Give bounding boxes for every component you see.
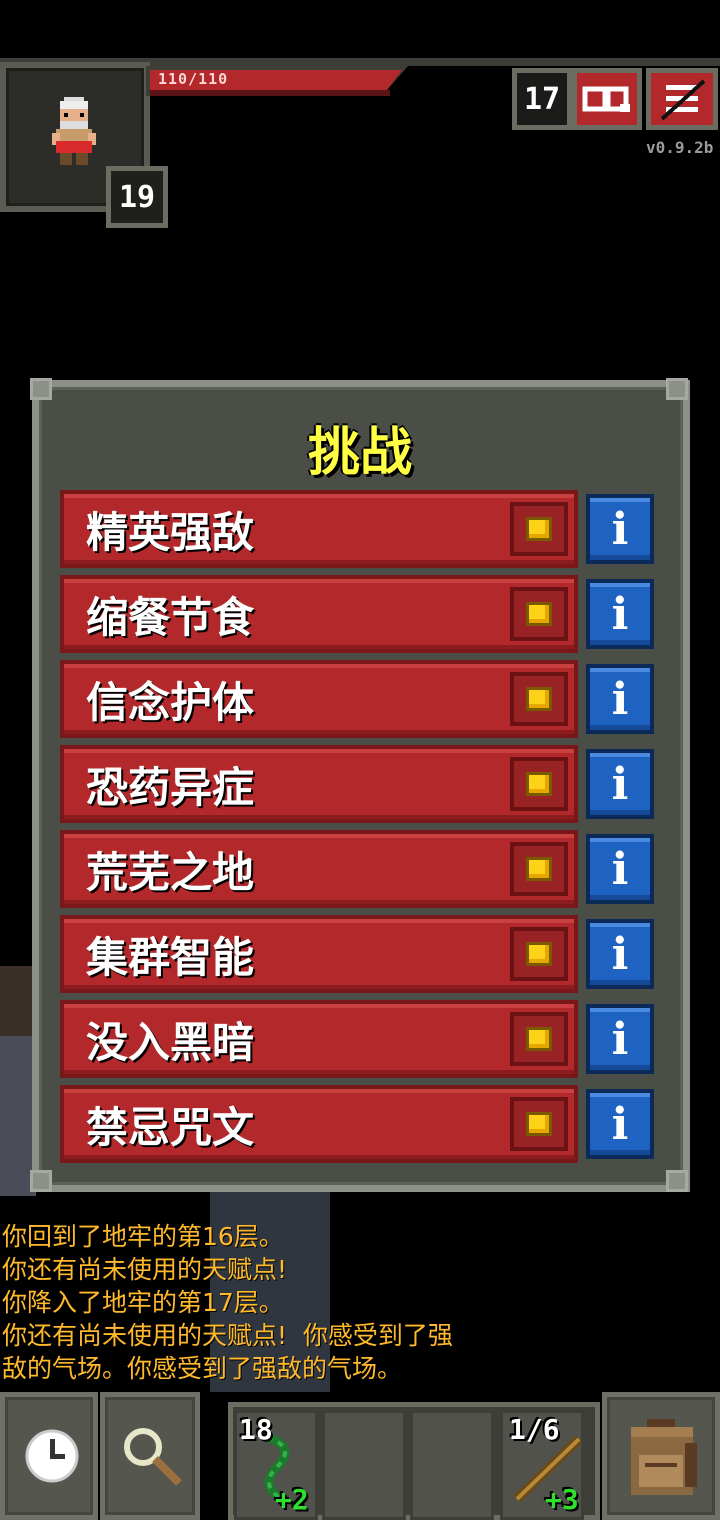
challenge-info-button[interactable]: i	[586, 664, 654, 734]
depth-indicator: 17	[512, 68, 572, 130]
challenge-checkbox[interactable]	[510, 757, 568, 811]
challenge-info-button[interactable]: i	[586, 1089, 654, 1159]
log-line: 你降入了地牢的第17层。	[2, 1288, 284, 1317]
journal-icon	[582, 86, 630, 112]
challenge-info-button[interactable]: i	[586, 1004, 654, 1074]
checkbox-square-icon	[526, 687, 552, 711]
window-corner	[666, 378, 688, 400]
window-corner	[666, 1170, 688, 1192]
message-log: 你回到了地牢的第16层。 你还有尚未使用的天赋点! 你降入了地牢的第17层。 你…	[2, 1220, 602, 1385]
challenge-checkbox[interactable]	[510, 842, 568, 896]
log-line: 你回到了地牢的第16层。	[2, 1222, 284, 1251]
challenge-row[interactable]: 没入黑暗	[60, 1000, 578, 1078]
challenges-title: 挑战	[307, 423, 412, 483]
backpack-button[interactable]	[602, 1392, 720, 1520]
log-line: 你还有尚未使用的天赋点!	[2, 1255, 288, 1284]
clock-icon	[25, 1429, 79, 1483]
quickslot-1-bonus: +2	[275, 1483, 309, 1516]
challenge-info-button[interactable]: i	[586, 579, 654, 649]
challenge-label: 集群智能	[86, 932, 255, 982]
challenge-row[interactable]: 恐药异症	[60, 745, 578, 823]
checkbox-square-icon	[526, 517, 552, 541]
challenge-info-button[interactable]: i	[586, 834, 654, 904]
dungeon-wall	[0, 966, 36, 1036]
challenge-checkbox[interactable]	[510, 587, 568, 641]
quickslot-4[interactable]: 1/6 +3	[500, 1410, 584, 1520]
quickslot-4-qty: 1/6	[509, 1413, 560, 1446]
challenge-label: 没入黑暗	[86, 1017, 255, 1067]
challenge-label: 恐药异症	[86, 762, 255, 812]
challenge-label: 禁忌咒文	[86, 1102, 255, 1152]
challenge-checkbox[interactable]	[510, 1012, 568, 1066]
challenge-row[interactable]: 信念护体	[60, 660, 578, 738]
checkbox-square-icon	[526, 942, 552, 966]
challenge-checkbox[interactable]	[510, 502, 568, 556]
quickslot-1-qty: 18	[239, 1413, 273, 1446]
challenge-checkbox[interactable]	[510, 927, 568, 981]
challenge-row[interactable]: 集群智能	[60, 915, 578, 993]
challenge-row[interactable]: 缩餐节食	[60, 575, 578, 653]
journal-button[interactable]	[572, 68, 642, 130]
hero-sprite-icon	[52, 97, 96, 165]
challenge-label: 信念护体	[86, 677, 255, 727]
search-button[interactable]	[100, 1392, 200, 1520]
quickslot-2[interactable]	[322, 1410, 406, 1520]
challenge-info-button[interactable]: i	[586, 749, 654, 819]
quickslot-4-bonus: +3	[545, 1483, 579, 1516]
menu-icon	[660, 79, 706, 121]
challenge-info-button[interactable]: i	[586, 919, 654, 989]
checkbox-square-icon	[526, 1112, 552, 1136]
challenge-row[interactable]: 荒芜之地	[60, 830, 578, 908]
challenge-checkbox[interactable]	[510, 1097, 568, 1151]
log-line: 你还有尚未使用的天赋点! 你感受到了强	[2, 1321, 453, 1350]
version-label: v0.9.2b	[646, 138, 714, 157]
hp-text: 110/110	[158, 70, 229, 88]
challenge-label: 缩餐节食	[86, 592, 255, 642]
quickslot-1[interactable]: 18 +2	[234, 1410, 318, 1520]
wait-button[interactable]	[0, 1392, 98, 1520]
quickslot-3[interactable]	[410, 1410, 494, 1520]
hp-bar-shadow	[150, 90, 390, 96]
challenge-info-button[interactable]: i	[586, 494, 654, 564]
hero-level-badge: 19	[106, 166, 168, 228]
checkbox-square-icon	[526, 772, 552, 796]
magnifier-icon	[124, 1428, 182, 1486]
checkbox-square-icon	[526, 1027, 552, 1051]
checkbox-square-icon	[526, 857, 552, 881]
challenge-label: 精英强敌	[86, 507, 255, 557]
challenge-checkbox[interactable]	[510, 672, 568, 726]
checkbox-square-icon	[526, 602, 552, 626]
window-corner	[30, 378, 52, 400]
window-corner	[30, 1170, 52, 1192]
menu-button[interactable]	[646, 68, 718, 130]
challenge-row[interactable]: 禁忌咒文	[60, 1085, 578, 1163]
log-line: 敌的气场。你感受到了强敌的气场。	[2, 1354, 403, 1383]
backpack-icon	[631, 1419, 697, 1495]
challenge-row[interactable]: 精英强敌	[60, 490, 578, 568]
challenge-label: 荒芜之地	[86, 847, 255, 897]
